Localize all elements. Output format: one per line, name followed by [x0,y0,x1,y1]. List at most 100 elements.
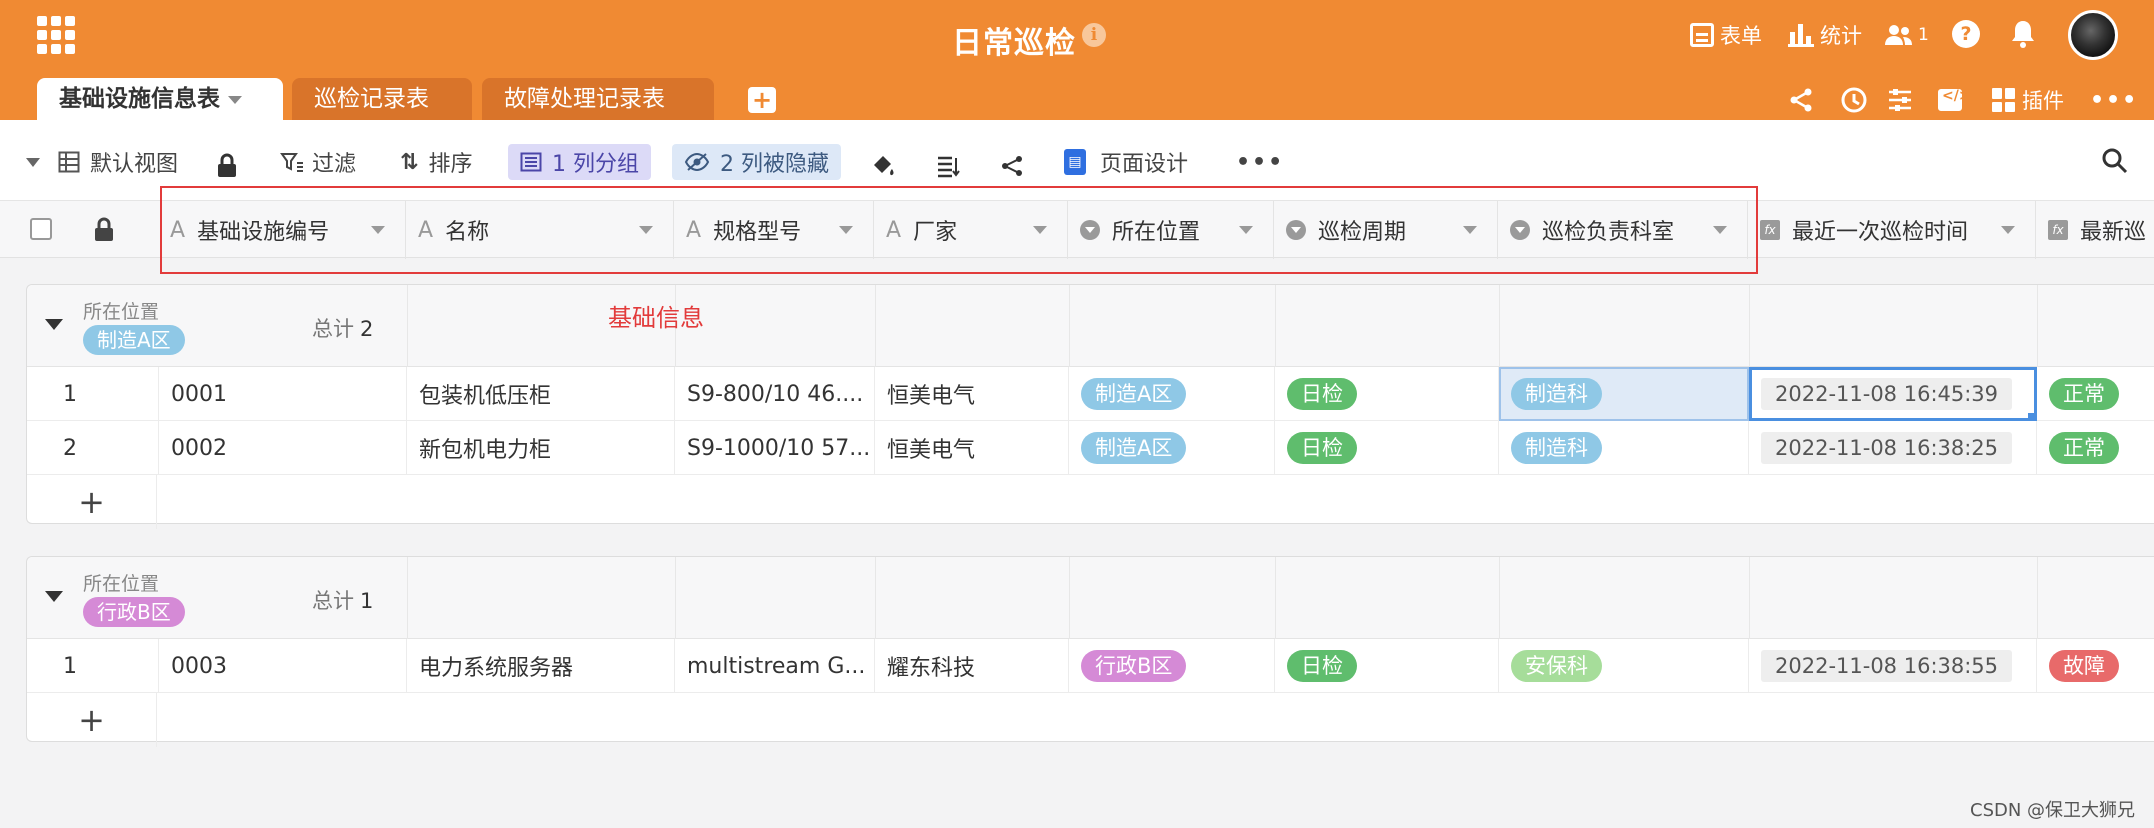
cycle-tag: 日检 [1287,378,1357,410]
cell-model[interactable]: S9-800/10 46.... [675,367,875,421]
collapse-caret-icon[interactable] [45,591,63,602]
location-tag: 制造A区 [1081,378,1187,410]
cell-cycle[interactable]: 日检 [1275,367,1499,421]
sort-icon: ⇅ [400,149,419,175]
bell-icon[interactable] [2008,18,2038,50]
cell-last-inspection[interactable]: 2022-11-08 16:38:25 [1749,421,2037,475]
record-group: 所在位置 行政B区 总计 1 1 0003 电力系统服务器 multistream… [26,556,2154,747]
select-all-checkbox[interactable] [30,218,52,240]
app-title[interactable]: 日常巡检 [952,18,1076,62]
row-height-icon[interactable] [936,148,960,184]
page-design-button[interactable]: ▤ 页面设计 [1064,144,1188,180]
tab-fault-records[interactable]: 故障处理记录表 [482,78,714,120]
cell-model[interactable]: S9-1000/10 57... [675,421,875,475]
lock-icon[interactable] [216,148,238,184]
eye-off-icon [684,152,710,172]
column-header-latest-status[interactable]: fx 最新巡 [2036,201,2154,259]
embed-code-icon[interactable]: </> [1938,84,1971,116]
filter-icon [280,153,303,172]
cycle-tag: 日检 [1287,432,1357,464]
tab-infrastructure-info[interactable]: 基础设施信息表 [37,78,283,120]
table-row[interactable]: 1 0001 包装机低压柜 S9-800/10 46.... 恒美电气 制造A区… [27,367,2154,421]
top-header: 日常巡检 i 表单 统计 1 ? 基础设施信息表 巡检记录表 故障处理记录表 +… [0,0,2154,120]
cell-code[interactable]: 0001 [159,367,407,421]
view-switcher[interactable]: 默认视图 [26,144,178,180]
apps-grid-icon[interactable] [37,16,75,54]
plugin-button-label: 插件 [2022,89,2064,113]
cell-department[interactable]: 制造科 [1499,421,1749,475]
more-icon[interactable]: ••• [2090,84,2138,116]
group-tag: 行政B区 [83,597,185,627]
group-button[interactable]: 1 列分组 [508,144,651,180]
cell-manufacturer[interactable]: 恒美电气 [875,367,1069,421]
annotation-label: 基础信息 [608,304,704,332]
toolbar-more-button[interactable]: ••• [1236,144,1284,180]
hidden-fields-button[interactable]: 2 列被隐藏 [672,144,841,180]
table-row[interactable]: 2 0002 新包机电力柜 S9-1000/10 57... 恒美电气 制造A区… [27,421,2154,475]
group-header: 所在位置 制造A区 总计 2 [27,285,2154,367]
cell-cycle[interactable]: 日检 [1275,421,1499,475]
cell-name[interactable]: 电力系统服务器 [407,639,675,693]
collaborators-button[interactable]: 1 [1884,18,1929,52]
lock-icon[interactable] [92,217,116,243]
cell-location[interactable]: 行政B区 [1069,639,1275,693]
group-count: 总计 1 [312,589,374,613]
cell-model[interactable]: multistream G... [675,639,875,693]
cell-manufacturer[interactable]: 恒美电气 [875,421,1069,475]
cell-name[interactable]: 新包机电力柜 [407,421,675,475]
cell-department[interactable]: 安保科 [1499,639,1749,693]
cell-last-inspection[interactable]: 2022-11-08 16:45:39 [1749,367,2037,421]
cell-name[interactable]: 包装机低压柜 [407,367,675,421]
user-avatar[interactable] [2068,10,2118,60]
users-icon [1885,25,1912,45]
status-badge: 正常 [2049,432,2119,464]
tab-inspection-records[interactable]: 巡检记录表 [292,78,472,120]
cell-status[interactable]: 正常 [2037,421,2154,475]
add-table-icon[interactable]: + [748,87,776,113]
table-row[interactable]: 1 0003 电力系统服务器 multistream G... 耀东科技 行政B… [27,639,2154,693]
sliders-icon[interactable] [1886,84,1914,116]
location-tag: 行政B区 [1081,650,1187,682]
cell-status[interactable]: 正常 [2037,367,2154,421]
cell-last-inspection[interactable]: 2022-11-08 16:38:55 [1749,639,2037,693]
watermark: CSDN @保卫大狮兄 [1970,800,2136,821]
search-icon[interactable] [2100,146,2130,176]
help-icon[interactable]: ? [1952,20,1980,48]
formula-icon: fx [2048,220,2068,240]
filter-button[interactable]: 过滤 [280,144,356,180]
history-icon[interactable] [1840,84,1868,116]
datetime-value: 2022-11-08 16:38:25 [1761,432,2013,464]
add-record-button[interactable]: + [27,693,157,747]
cell-location[interactable]: 制造A区 [1069,367,1275,421]
fill-color-icon[interactable] [870,148,896,184]
cell-department[interactable]: 制造科 [1499,367,1749,421]
datetime-value: 2022-11-08 16:45:39 [1761,378,2013,410]
info-icon[interactable]: i [1082,23,1106,47]
cell-manufacturer[interactable]: 耀东科技 [875,639,1069,693]
collapse-caret-icon[interactable] [45,319,63,330]
sort-button[interactable]: ⇅ 排序 [400,144,472,180]
cell-code[interactable]: 0003 [159,639,407,693]
collaborator-count: 1 [1918,25,1929,45]
column-header-last-inspection[interactable]: fx 最近一次巡检时间 [1748,201,2036,259]
add-record-button[interactable]: + [27,475,157,529]
column-label: 最近一次巡检时间 [1792,220,1969,245]
plugin-button[interactable]: 插件 [1992,84,2064,116]
group-count: 总计 2 [312,317,374,341]
tab-label: 巡检记录表 [314,86,429,112]
form-icon [1690,23,1714,47]
chevron-down-icon[interactable] [2001,226,2015,234]
statistics-button[interactable]: 统计 [1788,18,1862,52]
share-icon[interactable] [1788,84,1814,116]
cell-cycle[interactable]: 日检 [1275,639,1499,693]
form-button[interactable]: 表单 [1690,18,1762,52]
status-badge: 正常 [2049,378,2119,410]
cell-code[interactable]: 0002 [159,421,407,475]
share-view-icon[interactable] [1000,148,1024,184]
cell-location[interactable]: 制造A区 [1069,421,1275,475]
group-field-label: 所在位置 [83,573,160,595]
chevron-down-icon[interactable] [228,95,242,104]
row-number: 1 [27,639,159,693]
filter-label: 过滤 [312,152,357,177]
cell-status[interactable]: 故障 [2037,639,2154,693]
